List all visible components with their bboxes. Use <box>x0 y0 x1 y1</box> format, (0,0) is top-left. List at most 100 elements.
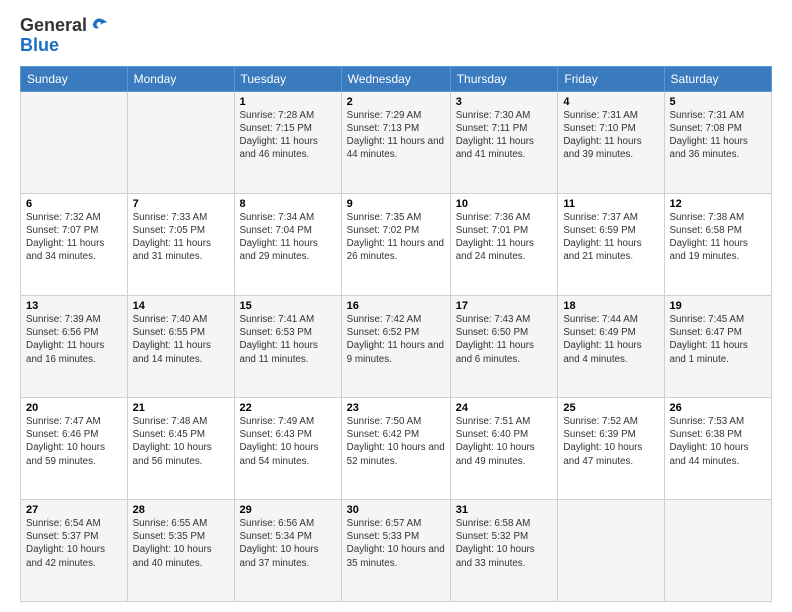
day-cell: 7Sunrise: 7:33 AMSunset: 7:05 PMDaylight… <box>127 193 234 295</box>
day-cell <box>127 91 234 193</box>
day-cell: 8Sunrise: 7:34 AMSunset: 7:04 PMDaylight… <box>234 193 341 295</box>
day-info: Sunrise: 7:36 AMSunset: 7:01 PMDaylight:… <box>456 211 553 264</box>
logo-blue: Blue <box>20 36 109 56</box>
week-row-4: 20Sunrise: 7:47 AMSunset: 6:46 PMDayligh… <box>21 397 772 499</box>
day-cell <box>558 499 664 601</box>
weekday-thursday: Thursday <box>450 66 558 91</box>
day-number: 30 <box>347 504 445 516</box>
day-info: Sunrise: 7:43 AMSunset: 6:50 PMDaylight:… <box>456 313 553 366</box>
day-info: Sunrise: 7:42 AMSunset: 6:52 PMDaylight:… <box>347 313 445 366</box>
day-info: Sunrise: 6:55 AMSunset: 5:35 PMDaylight:… <box>133 517 229 570</box>
day-info: Sunrise: 6:56 AMSunset: 5:34 PMDaylight:… <box>240 517 336 570</box>
week-row-5: 27Sunrise: 6:54 AMSunset: 5:37 PMDayligh… <box>21 499 772 601</box>
day-number: 18 <box>563 300 658 312</box>
week-row-1: 1Sunrise: 7:28 AMSunset: 7:15 PMDaylight… <box>21 91 772 193</box>
header: General Blue <box>20 16 772 56</box>
day-info: Sunrise: 7:38 AMSunset: 6:58 PMDaylight:… <box>670 211 766 264</box>
day-info: Sunrise: 7:51 AMSunset: 6:40 PMDaylight:… <box>456 415 553 468</box>
day-number: 12 <box>670 198 766 210</box>
day-info: Sunrise: 7:30 AMSunset: 7:11 PMDaylight:… <box>456 109 553 162</box>
day-number: 3 <box>456 96 553 108</box>
day-info: Sunrise: 7:41 AMSunset: 6:53 PMDaylight:… <box>240 313 336 366</box>
day-cell: 28Sunrise: 6:55 AMSunset: 5:35 PMDayligh… <box>127 499 234 601</box>
day-cell: 26Sunrise: 7:53 AMSunset: 6:38 PMDayligh… <box>664 397 771 499</box>
day-number: 1 <box>240 96 336 108</box>
day-info: Sunrise: 7:45 AMSunset: 6:47 PMDaylight:… <box>670 313 766 366</box>
day-cell: 24Sunrise: 7:51 AMSunset: 6:40 PMDayligh… <box>450 397 558 499</box>
day-number: 22 <box>240 402 336 414</box>
day-number: 14 <box>133 300 229 312</box>
day-info: Sunrise: 6:57 AMSunset: 5:33 PMDaylight:… <box>347 517 445 570</box>
day-info: Sunrise: 7:32 AMSunset: 7:07 PMDaylight:… <box>26 211 122 264</box>
week-row-3: 13Sunrise: 7:39 AMSunset: 6:56 PMDayligh… <box>21 295 772 397</box>
day-number: 4 <box>563 96 658 108</box>
day-info: Sunrise: 7:31 AMSunset: 7:10 PMDaylight:… <box>563 109 658 162</box>
day-number: 9 <box>347 198 445 210</box>
day-cell: 3Sunrise: 7:30 AMSunset: 7:11 PMDaylight… <box>450 91 558 193</box>
day-cell: 19Sunrise: 7:45 AMSunset: 6:47 PMDayligh… <box>664 295 771 397</box>
day-cell: 13Sunrise: 7:39 AMSunset: 6:56 PMDayligh… <box>21 295 128 397</box>
day-number: 10 <box>456 198 553 210</box>
week-row-2: 6Sunrise: 7:32 AMSunset: 7:07 PMDaylight… <box>21 193 772 295</box>
day-cell: 15Sunrise: 7:41 AMSunset: 6:53 PMDayligh… <box>234 295 341 397</box>
day-info: Sunrise: 6:54 AMSunset: 5:37 PMDaylight:… <box>26 517 122 570</box>
calendar-page: General Blue SundayMondayTuesdayWednesda… <box>0 0 792 612</box>
day-number: 19 <box>670 300 766 312</box>
day-info: Sunrise: 7:52 AMSunset: 6:39 PMDaylight:… <box>563 415 658 468</box>
day-cell: 21Sunrise: 7:48 AMSunset: 6:45 PMDayligh… <box>127 397 234 499</box>
day-info: Sunrise: 7:48 AMSunset: 6:45 PMDaylight:… <box>133 415 229 468</box>
logo-general: General <box>20 16 87 36</box>
day-cell: 6Sunrise: 7:32 AMSunset: 7:07 PMDaylight… <box>21 193 128 295</box>
day-cell: 18Sunrise: 7:44 AMSunset: 6:49 PMDayligh… <box>558 295 664 397</box>
day-cell <box>21 91 128 193</box>
day-number: 25 <box>563 402 658 414</box>
day-info: Sunrise: 7:34 AMSunset: 7:04 PMDaylight:… <box>240 211 336 264</box>
day-number: 23 <box>347 402 445 414</box>
day-cell: 29Sunrise: 6:56 AMSunset: 5:34 PMDayligh… <box>234 499 341 601</box>
day-cell: 5Sunrise: 7:31 AMSunset: 7:08 PMDaylight… <box>664 91 771 193</box>
day-number: 17 <box>456 300 553 312</box>
day-cell: 12Sunrise: 7:38 AMSunset: 6:58 PMDayligh… <box>664 193 771 295</box>
day-cell: 10Sunrise: 7:36 AMSunset: 7:01 PMDayligh… <box>450 193 558 295</box>
day-number: 26 <box>670 402 766 414</box>
calendar-table: SundayMondayTuesdayWednesdayThursdayFrid… <box>20 66 772 602</box>
day-number: 28 <box>133 504 229 516</box>
day-cell: 22Sunrise: 7:49 AMSunset: 6:43 PMDayligh… <box>234 397 341 499</box>
day-cell: 1Sunrise: 7:28 AMSunset: 7:15 PMDaylight… <box>234 91 341 193</box>
day-cell: 31Sunrise: 6:58 AMSunset: 5:32 PMDayligh… <box>450 499 558 601</box>
day-number: 21 <box>133 402 229 414</box>
weekday-monday: Monday <box>127 66 234 91</box>
day-number: 13 <box>26 300 122 312</box>
logo: General Blue <box>20 16 109 56</box>
day-info: Sunrise: 7:44 AMSunset: 6:49 PMDaylight:… <box>563 313 658 366</box>
day-info: Sunrise: 7:33 AMSunset: 7:05 PMDaylight:… <box>133 211 229 264</box>
day-info: Sunrise: 7:53 AMSunset: 6:38 PMDaylight:… <box>670 415 766 468</box>
day-cell: 11Sunrise: 7:37 AMSunset: 6:59 PMDayligh… <box>558 193 664 295</box>
day-cell: 30Sunrise: 6:57 AMSunset: 5:33 PMDayligh… <box>341 499 450 601</box>
day-cell: 17Sunrise: 7:43 AMSunset: 6:50 PMDayligh… <box>450 295 558 397</box>
day-number: 15 <box>240 300 336 312</box>
day-cell: 14Sunrise: 7:40 AMSunset: 6:55 PMDayligh… <box>127 295 234 397</box>
day-cell: 16Sunrise: 7:42 AMSunset: 6:52 PMDayligh… <box>341 295 450 397</box>
weekday-tuesday: Tuesday <box>234 66 341 91</box>
day-number: 24 <box>456 402 553 414</box>
day-info: Sunrise: 7:28 AMSunset: 7:15 PMDaylight:… <box>240 109 336 162</box>
weekday-friday: Friday <box>558 66 664 91</box>
day-number: 20 <box>26 402 122 414</box>
day-info: Sunrise: 7:47 AMSunset: 6:46 PMDaylight:… <box>26 415 122 468</box>
weekday-sunday: Sunday <box>21 66 128 91</box>
weekday-wednesday: Wednesday <box>341 66 450 91</box>
day-info: Sunrise: 7:50 AMSunset: 6:42 PMDaylight:… <box>347 415 445 468</box>
day-number: 7 <box>133 198 229 210</box>
day-number: 11 <box>563 198 658 210</box>
day-info: Sunrise: 7:37 AMSunset: 6:59 PMDaylight:… <box>563 211 658 264</box>
day-cell: 9Sunrise: 7:35 AMSunset: 7:02 PMDaylight… <box>341 193 450 295</box>
day-cell: 4Sunrise: 7:31 AMSunset: 7:10 PMDaylight… <box>558 91 664 193</box>
day-number: 6 <box>26 198 122 210</box>
day-number: 29 <box>240 504 336 516</box>
day-info: Sunrise: 7:35 AMSunset: 7:02 PMDaylight:… <box>347 211 445 264</box>
day-cell: 20Sunrise: 7:47 AMSunset: 6:46 PMDayligh… <box>21 397 128 499</box>
day-number: 16 <box>347 300 445 312</box>
weekday-saturday: Saturday <box>664 66 771 91</box>
day-cell: 23Sunrise: 7:50 AMSunset: 6:42 PMDayligh… <box>341 397 450 499</box>
